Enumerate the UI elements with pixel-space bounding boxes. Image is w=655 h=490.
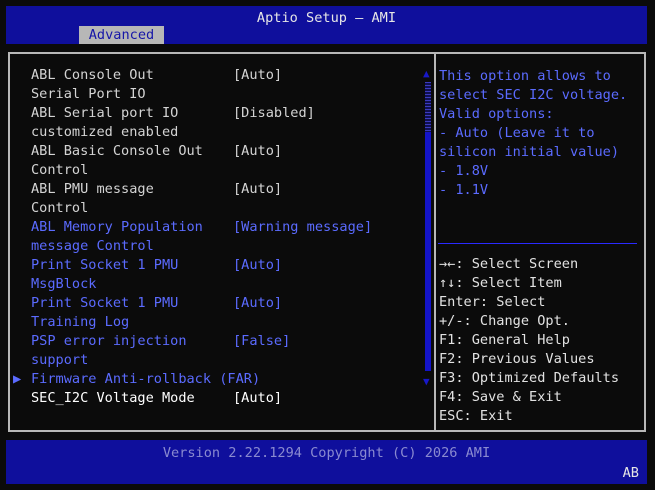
key-hint: +/-: Change Opt. (439, 313, 570, 329)
title-bar: Aptio Setup – AMI Advanced (6, 6, 647, 44)
main-panel: SEC_I2C Voltage Mode [Auto] ▶ Firmware Anti… (8, 52, 646, 432)
submenu-arrow-icon: ▶ (13, 371, 22, 387)
setting-value[interactable]: [Auto] (233, 389, 282, 408)
setting-label: ABL PMU message (31, 181, 154, 197)
setting-label: Firmware Anti-rollback (FAR) (31, 371, 261, 387)
settings-pane: SEC_I2C Voltage Mode [Auto] ▶ Firmware Anti… (10, 54, 434, 430)
setting-value[interactable]: [Disabled] (233, 104, 315, 123)
key-hint: ↑↓: Select Item (439, 275, 562, 291)
key-hint: F1: General Help (439, 332, 570, 348)
setting-label: support (31, 352, 89, 368)
key-hint: F3: Optimized Defaults (439, 370, 620, 386)
setting-value[interactable]: [Auto] (233, 256, 282, 275)
footer-bar: Version 2.22.1294 Copyright (C) 2026 AMI… (6, 440, 647, 484)
scroll-up-icon[interactable]: ▲ (423, 68, 430, 79)
help-text: This option allows to select SEC I2C volt… (439, 67, 627, 200)
keyboard-indicator: AB (622, 465, 639, 481)
key-legend: →←: Select Screen ↑↓: Select Item Enter: S… (439, 255, 619, 426)
key-hint: →←: Select Screen (439, 256, 579, 272)
tab-advanced[interactable]: Advanced (79, 26, 164, 44)
key-hint: F2: Previous Values (439, 351, 595, 367)
key-hint: Enter: Select (439, 294, 546, 310)
setting-label: message Control (31, 238, 154, 254)
help-line: select SEC I2C voltage. (439, 87, 628, 103)
setting-label: Print Socket 1 PMU (31, 295, 179, 311)
setting-value[interactable]: [Auto] (233, 66, 282, 85)
setting-value[interactable]: [Auto] (233, 180, 282, 199)
setting-label: SEC_I2C Voltage Mode (31, 390, 195, 406)
help-pane: This option allows to select SEC I2C volt… (436, 54, 644, 430)
help-line: - 1.1V (439, 182, 489, 198)
version-text: Version 2.22.1294 Copyright (C) 2026 AMI (162, 445, 491, 461)
bios-screen: Aptio Setup – AMI Advanced SEC_I2C Volta… (0, 0, 655, 490)
help-line: This option allows to (439, 68, 611, 84)
setting-label: Control (31, 200, 89, 216)
setting-label: PSP error injection (31, 333, 187, 349)
setting-label: ABL Serial port IO (31, 105, 179, 121)
setting-label: ABL Console Out (31, 67, 154, 83)
help-line: - 1.8V (439, 163, 489, 179)
help-line: Valid options: (439, 106, 554, 122)
setting-value[interactable]: [Auto] (233, 142, 282, 161)
setting-label: customized enabled (31, 124, 179, 140)
setting-value[interactable]: [Warning message] (233, 218, 372, 237)
setting-label: ABL Basic Console Out (31, 143, 203, 159)
setting-label: Print Socket 1 PMU (31, 257, 179, 273)
scrollbar-thumb[interactable] (425, 132, 431, 371)
help-line: - Auto (Leave it to (439, 125, 595, 141)
help-line: silicon initial value) (439, 144, 620, 160)
setting-label: Training Log (31, 314, 130, 330)
setting-label: Control (31, 162, 89, 178)
setting-value[interactable]: [False] (233, 332, 290, 351)
help-divider (438, 243, 637, 244)
setting-label: ABL Memory Population (31, 219, 203, 235)
scroll-down-icon[interactable]: ▼ (423, 376, 430, 387)
setting-value[interactable]: [Auto] (233, 294, 282, 313)
setting-label: MsgBlock (31, 276, 97, 292)
key-hint: ESC: Exit (439, 408, 513, 424)
key-hint: F4: Save & Exit (439, 389, 562, 405)
setting-label: Serial Port IO (31, 86, 146, 102)
